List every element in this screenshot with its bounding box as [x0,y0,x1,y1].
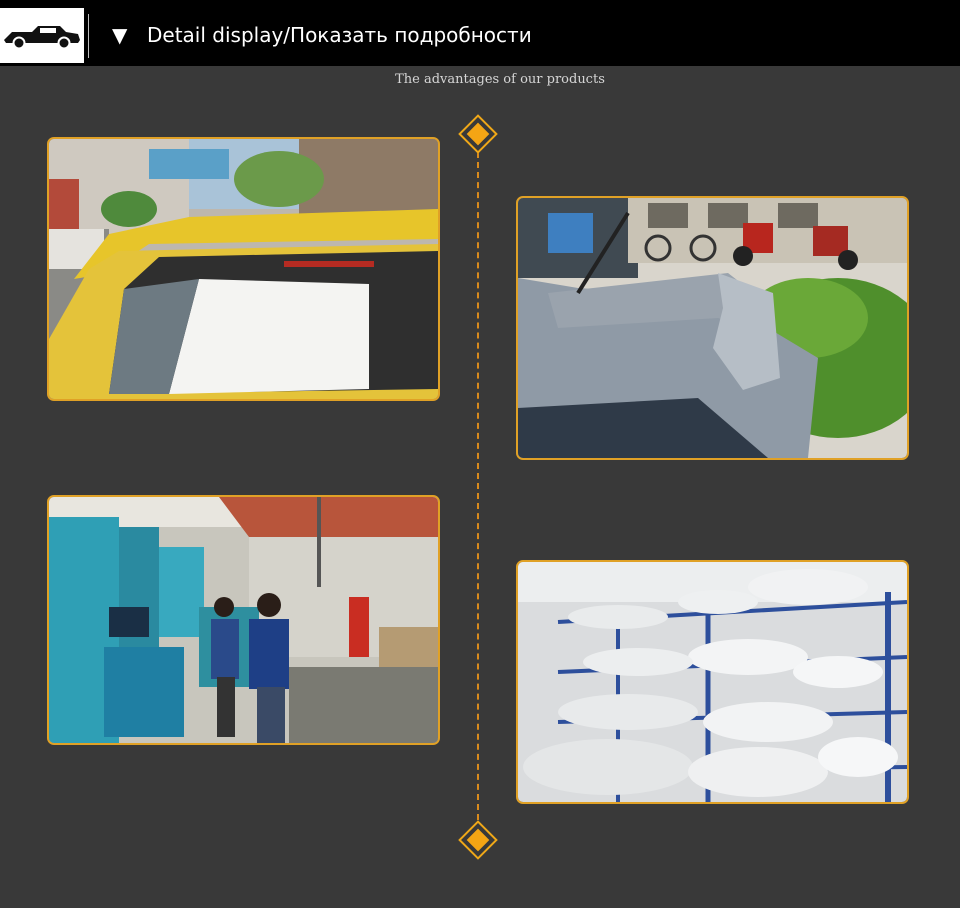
diamond-icon-top [458,114,498,154]
yellow-spoiler-photo [47,137,440,401]
grey-spoiler-photo [516,196,909,460]
header-divider [88,14,89,58]
factory-photo [47,495,440,745]
triangle-down-icon: ▼ [112,23,128,47]
subtitle: The advantages of our products [395,72,605,87]
diamond-icon-bottom [458,820,498,860]
logo-box [0,8,84,63]
header-bar: ▼ Detail display/Показать подробности [0,0,960,66]
warehouse-photo [516,560,909,804]
section-title: Detail display/Показать подробности [147,23,532,47]
timeline-line [477,152,479,820]
